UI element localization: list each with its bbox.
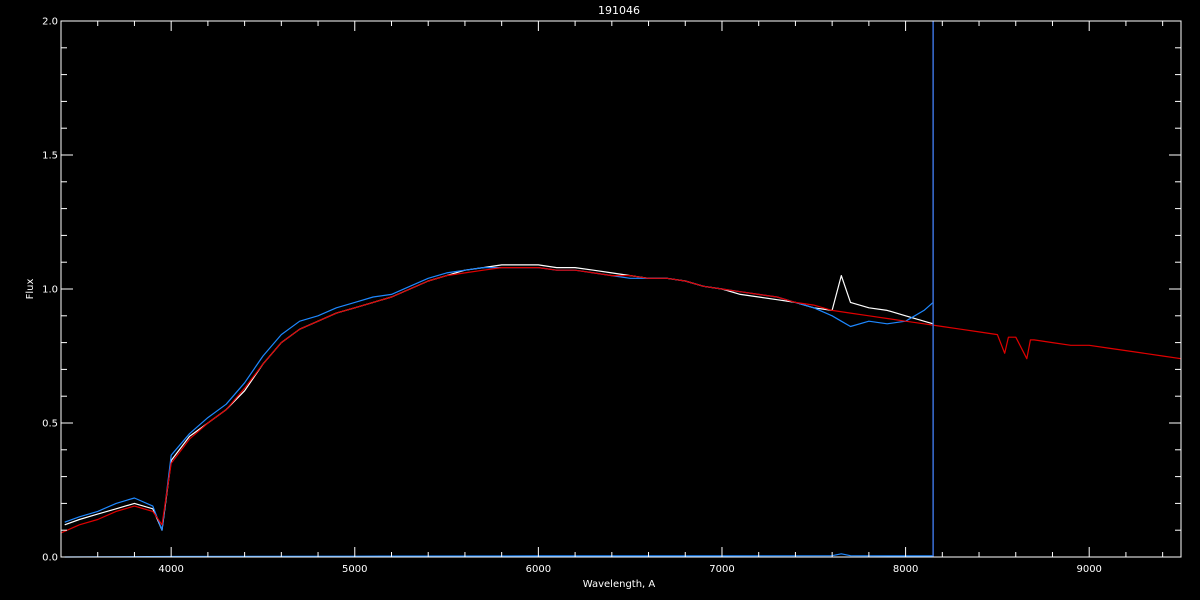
y-axis-title: Flux [25, 279, 36, 300]
x-tick-label: 4000 [158, 564, 183, 575]
x-tick-label: 8000 [893, 564, 918, 575]
x-tick-label: 9000 [1076, 564, 1101, 575]
y-tick-label: 2.0 [42, 17, 58, 28]
y-tick-label: 0.5 [42, 419, 58, 430]
y-tick-label: 1.5 [42, 151, 58, 162]
x-tick-label: 6000 [526, 564, 551, 575]
x-axis-title: Wavelength, A [583, 579, 656, 590]
y-tick-label: 0.0 [42, 553, 58, 564]
x-tick-label: 5000 [342, 564, 367, 575]
plot-title: 191046 [598, 4, 640, 17]
x-tick-label: 7000 [709, 564, 734, 575]
plot-background [0, 0, 1200, 600]
y-tick-label: 1.0 [42, 285, 58, 296]
spectrum-plot: 191046 4000 5000 6000 7000 8000 9000 0.0 0.5 1.… [0, 0, 1200, 600]
